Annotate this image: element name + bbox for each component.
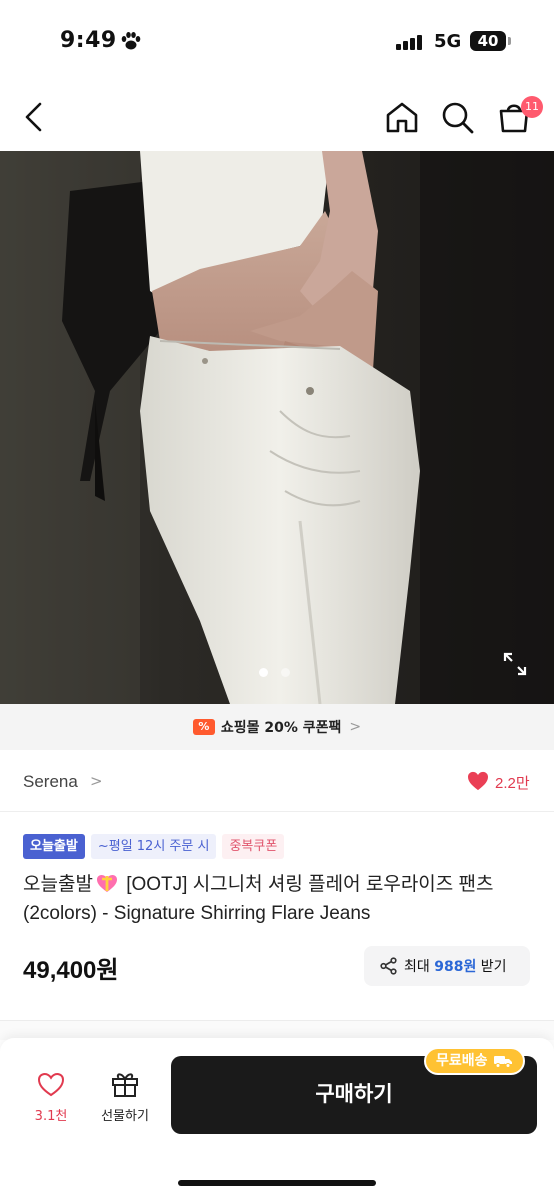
share-reward-label: 최대 988원 받기 xyxy=(404,956,507,976)
today-shipping-badge: 오늘출발 xyxy=(23,834,85,859)
coupon-icon: % xyxy=(192,719,215,735)
heart-icon[interactable] xyxy=(467,771,489,791)
stackable-coupon-badge: 중복쿠폰 xyxy=(222,834,285,859)
status-bar: 9:49 5G 40 xyxy=(0,0,554,80)
heart-outline-icon xyxy=(37,1072,65,1097)
truck-icon xyxy=(493,1056,512,1068)
gallery-pagination xyxy=(259,667,299,679)
battery-tip xyxy=(508,37,511,45)
gift-label: 선물하기 xyxy=(101,1109,149,1124)
sheet-edge xyxy=(0,1020,554,1040)
pagination-dot-active[interactable] xyxy=(259,668,268,677)
free-shipping-badge: 무료배송 xyxy=(424,1047,525,1075)
signal-icon xyxy=(396,34,426,50)
free-shipping-label: 무료배송 xyxy=(436,1053,488,1069)
home-indicator xyxy=(178,1180,376,1186)
chevron-right-icon: > xyxy=(90,772,103,790)
chevron-right-icon: > xyxy=(349,719,362,735)
share-suffix: 받기 xyxy=(476,959,507,975)
search-icon[interactable] xyxy=(441,101,475,135)
status-time: 9:49 xyxy=(60,28,117,53)
heart-gift-emoji-icon xyxy=(96,875,117,892)
brand-like-count: 2.2만 xyxy=(495,775,530,792)
battery-icon: 40 xyxy=(470,31,506,51)
brand-name-link[interactable]: Serena xyxy=(23,772,78,792)
network-label: 5G xyxy=(434,31,462,52)
expand-icon[interactable] xyxy=(502,651,528,677)
wishlist-button[interactable]: 3.1천 xyxy=(24,1072,78,1124)
back-icon[interactable] xyxy=(22,101,46,133)
title-text: [OOTJ] 시그니처 셔링 플레어 로우라이즈 팬츠 (2colors) - … xyxy=(23,874,494,924)
product-image[interactable] xyxy=(0,151,554,704)
gift-button[interactable]: 선물하기 xyxy=(90,1070,160,1124)
home-icon[interactable] xyxy=(385,101,419,133)
share-reward-button[interactable]: 최대 988원 받기 xyxy=(364,946,530,986)
product-title: 오늘출발 [OOTJ] 시그니처 셔링 플레어 로우라이즈 팬츠 (2color… xyxy=(23,870,538,928)
title-prefix: 오늘출발 xyxy=(23,874,93,895)
coupon-pack-label: 쇼핑몰 20% 쿠폰팩 xyxy=(220,720,342,736)
wishlist-count: 3.1천 xyxy=(34,1109,68,1124)
share-icon xyxy=(380,957,397,975)
gift-icon xyxy=(112,1073,138,1097)
coupon-pack-banner[interactable]: % 쇼핑몰 20% 쿠폰팩 > xyxy=(0,704,554,750)
cutoff-time-badge: ~평일 12시 주문 시 xyxy=(90,834,217,859)
top-nav xyxy=(0,80,554,152)
badge-row: 오늘출발 ~평일 12시 주문 시 중복쿠폰 xyxy=(23,834,285,859)
product-photo-drawing xyxy=(0,151,554,704)
cart-count-badge: 11 xyxy=(521,96,543,118)
share-amount: 988원 xyxy=(434,959,477,975)
pagination-dot[interactable] xyxy=(281,668,290,677)
share-prefix: 최대 xyxy=(404,959,435,975)
paw-icon xyxy=(121,32,141,50)
product-price: 49,400원 xyxy=(23,957,119,984)
